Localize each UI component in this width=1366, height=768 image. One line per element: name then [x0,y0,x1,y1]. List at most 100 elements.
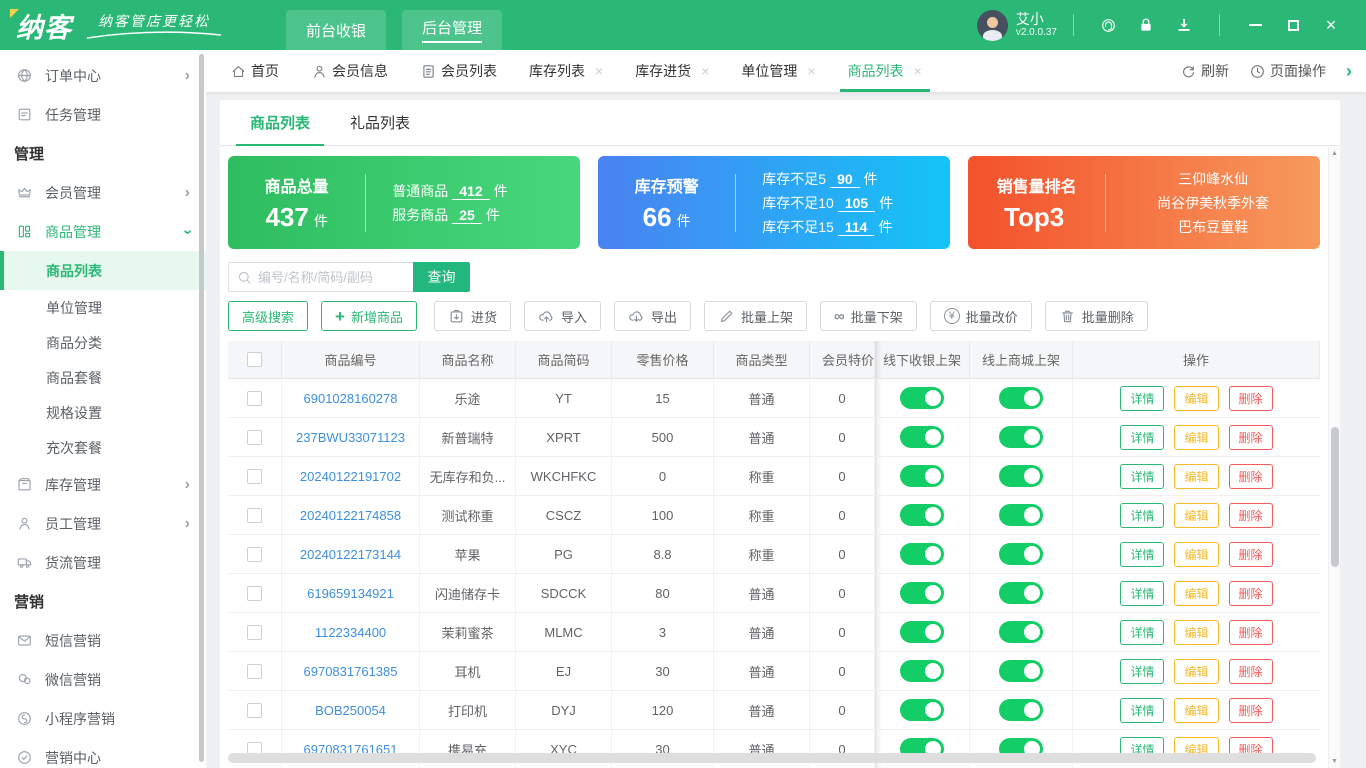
offline-shelf-toggle[interactable] [900,543,944,565]
open-tab-inventory-purchase[interactable]: 库存进货 × [625,50,719,92]
open-tab-inventory-list[interactable]: 库存列表 × [519,50,613,92]
tab-close-icon[interactable]: × [807,63,815,79]
sidebar-item-member-mgmt[interactable]: 会员管理 › [0,173,206,212]
stat-value[interactable]: 114 [837,219,875,236]
sidebar-item-wechat-marketing[interactable]: 微信营销 [0,660,206,699]
offline-shelf-toggle[interactable] [900,582,944,604]
avatar[interactable] [976,9,1008,41]
product-code-link[interactable]: 20240122191702 [300,469,401,484]
vertical-scrollbar-thumb[interactable] [1331,427,1339,567]
sidebar-subitem-product-category[interactable]: 商品分类 [0,325,206,360]
sidebar-item-marketing-center[interactable]: 营销中心 [0,738,206,768]
sidebar-item-product-mgmt[interactable]: 商品管理 › [0,212,206,251]
detail-button[interactable]: 详情 [1120,580,1165,606]
detail-button[interactable]: 详情 [1120,658,1165,684]
edit-button[interactable]: 编辑 [1174,619,1219,645]
offline-shelf-toggle[interactable] [900,660,944,682]
row-checkbox[interactable] [247,702,262,718]
row-checkbox[interactable] [247,468,262,484]
nav-tab-front-cashier[interactable]: 前台收银 [286,10,387,50]
delete-button[interactable]: 删除 [1228,658,1273,684]
sidebar-scrollbar-thumb[interactable] [199,54,204,762]
online-shelf-toggle[interactable] [999,660,1043,682]
edit-button[interactable]: 编辑 [1174,541,1219,567]
export-button[interactable]: 导出 [614,301,692,331]
delete-button[interactable]: 删除 [1228,619,1273,645]
minimize-button[interactable] [1242,24,1268,26]
edit-button[interactable]: 编辑 [1174,658,1219,684]
stat-value[interactable]: 412 [452,183,490,200]
batch-on-shelf-button[interactable]: 批量上架 [704,301,808,331]
open-tab-unit-mgmt[interactable]: 单位管理 × [731,50,825,92]
lock-icon[interactable] [1137,16,1155,34]
open-tab-product-list[interactable]: 商品列表 × [838,50,932,92]
online-shelf-toggle[interactable] [999,426,1043,448]
detail-button[interactable]: 详情 [1120,541,1165,567]
offline-shelf-toggle[interactable] [900,621,944,643]
product-code-link[interactable]: BOB250054 [315,703,386,718]
sidebar-subitem-product-combo[interactable]: 商品套餐 [0,360,206,395]
support-icon[interactable] [1100,17,1117,34]
sidebar-subitem-unit-mgmt[interactable]: 单位管理 [0,290,206,325]
tab-product-list[interactable]: 商品列表 [230,100,330,146]
batch-reprice-button[interactable]: ¥ 批量改价 [929,301,1032,331]
sidebar-item-task-mgmt[interactable]: 任务管理 [0,95,206,134]
row-checkbox[interactable] [247,390,262,406]
edit-button[interactable]: 编辑 [1174,424,1219,450]
edit-button[interactable]: 编辑 [1174,463,1219,489]
edit-button[interactable]: 编辑 [1174,580,1219,606]
scroll-down-arrow-icon[interactable]: ▼ [1329,758,1340,765]
delete-button[interactable]: 删除 [1228,385,1273,411]
select-all-checkbox[interactable] [247,352,262,367]
product-code-link[interactable]: 6901028160278 [304,391,398,406]
tab-close-icon[interactable]: × [914,63,922,79]
search-button[interactable]: 查询 [413,262,470,292]
delete-button[interactable]: 删除 [1228,580,1273,606]
offline-shelf-toggle[interactable] [900,426,944,448]
offline-shelf-toggle[interactable] [900,387,944,409]
add-product-button[interactable]: + 新增商品 [321,301,417,331]
product-code-link[interactable]: 20240122173144 [300,547,401,562]
download-icon[interactable] [1175,16,1193,34]
page-ops-button[interactable]: 页面操作 [1249,61,1326,81]
open-tab-home[interactable]: 首页 [220,50,289,92]
online-shelf-toggle[interactable] [999,543,1043,565]
detail-button[interactable]: 详情 [1120,502,1165,528]
import-button[interactable]: 导入 [523,301,601,331]
detail-button[interactable]: 详情 [1120,424,1165,450]
delete-button[interactable]: 删除 [1228,463,1273,489]
sidebar-item-order-center[interactable]: 订单中心 › [0,56,206,95]
sidebar-item-sms-marketing[interactable]: 短信营销 [0,621,206,660]
delete-button[interactable]: 删除 [1228,697,1273,723]
maximize-button[interactable] [1280,19,1306,31]
online-shelf-toggle[interactable] [999,465,1043,487]
online-shelf-toggle[interactable] [999,621,1043,643]
open-tab-member-list[interactable]: 会员列表 [410,50,507,92]
batch-off-shelf-button[interactable]: ∞ 批量下架 [820,301,917,331]
offline-shelf-toggle[interactable] [900,504,944,526]
sidebar-subitem-product-list[interactable]: 商品列表 [0,251,206,290]
sidebar-item-miniprogram-marketing[interactable]: 小程序营销 [0,699,206,738]
tab-close-icon[interactable]: × [595,63,603,79]
sidebar-item-staff-mgmt[interactable]: 员工管理 › [0,504,206,543]
horizontal-scrollbar-thumb[interactable] [228,753,1316,763]
stat-value[interactable]: 90 [830,171,860,188]
product-code-link[interactable]: 20240122174858 [300,508,401,523]
batch-delete-button[interactable]: 批量删除 [1044,301,1148,331]
product-code-link[interactable]: 237BWU33071123 [296,430,405,445]
detail-button[interactable]: 详情 [1120,463,1165,489]
row-checkbox[interactable] [247,507,262,523]
sidebar-item-inventory-mgmt[interactable]: 库存管理 › [0,465,206,504]
detail-button[interactable]: 详情 [1120,697,1165,723]
delete-button[interactable]: 删除 [1228,502,1273,528]
edit-button[interactable]: 编辑 [1174,385,1219,411]
close-button[interactable]: × [1318,16,1344,34]
refresh-button[interactable]: 刷新 [1180,61,1229,81]
advanced-search-button[interactable]: 高级搜索 [228,301,309,331]
product-code-link[interactable]: 1122334400 [315,625,386,640]
product-code-link[interactable]: 619659134921 [307,586,394,601]
online-shelf-toggle[interactable] [999,387,1043,409]
row-checkbox[interactable] [247,624,262,640]
sidebar-item-logistics-mgmt[interactable]: 货流管理 [0,543,206,582]
product-code-link[interactable]: 6970831761385 [304,664,398,679]
